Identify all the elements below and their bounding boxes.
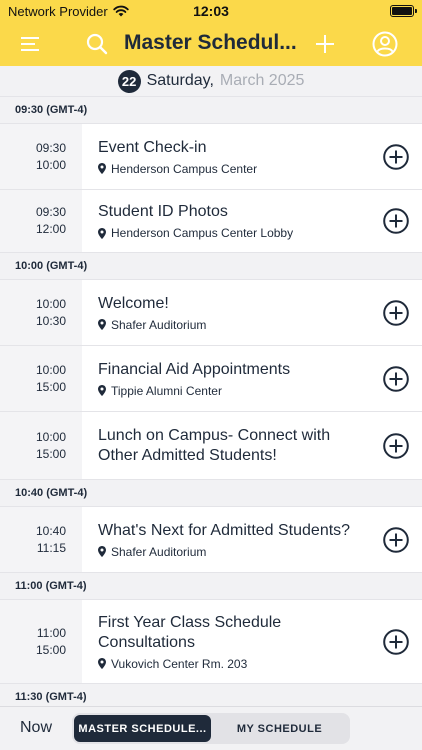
end-time: 15:00 [35,446,66,461]
event-time: 09:30 10:00 [0,124,82,189]
now-button[interactable]: Now [20,719,52,737]
day-badge: 22 [117,69,141,93]
event-row[interactable]: 10:00 10:30 Welcome! Shafer Auditorium [0,280,422,346]
end-time: 10:00 [35,157,66,172]
location-pin-icon [98,227,106,239]
battery-icon [390,5,417,17]
end-time: 12:00 [35,222,66,236]
location-pin-icon [98,658,106,669]
event-time: 10:00 15:00 [0,412,82,479]
location-pin-icon [98,546,106,557]
location-pin-icon [98,319,106,330]
location-pin-icon [98,163,106,174]
weekday-label: Saturday, [146,72,214,89]
start-time: 10:00 [35,296,66,311]
add-to-schedule-icon[interactable] [383,432,409,459]
add-to-schedule-icon[interactable] [383,143,409,170]
end-time: 15:00 [35,642,66,657]
location-label: Shafer Auditorium [111,544,207,559]
event-title: Student ID Photos [98,203,228,220]
location-label: Shafer Auditorium [111,317,207,332]
event-time: 11:00 15:00 [0,600,82,683]
user-icon [372,31,398,57]
start-time: 10:00 [35,362,66,377]
location-label: Tippie Alumni Center [111,383,222,398]
add-to-schedule-icon[interactable] [383,208,409,234]
start-time: 11:00 [36,625,66,640]
event-title: Welcome! [98,294,169,312]
event-title: Event Check-in [98,138,207,156]
event-title: Financial Aid Appointments [98,360,291,378]
page-title: Master Schedul... [124,31,297,54]
section-header: 10:40 (GMT-4) [0,480,422,507]
event-location: Henderson Campus Center Lobby [98,226,370,240]
event-row[interactable]: 10:40 11:15 What's Next for Admitted Stu… [0,507,422,573]
menu-button[interactable] [16,29,46,59]
schedule-list[interactable]: 09:30 (GMT-4) 09:30 10:00 Event Check-in… [0,97,422,707]
location-pin-icon [98,385,106,396]
section-header: 10:00 (GMT-4) [0,253,422,280]
date-header[interactable]: 22 Saturday, March 2025 [0,66,422,97]
add-to-schedule-icon[interactable] [383,299,409,326]
add-button[interactable] [310,29,340,59]
tab-bar: Now MASTER SCHEDULE... MY SCHEDULE [0,706,422,750]
location-label: Vukovich Center Rm. 203 [111,656,248,671]
event-location: Vukovich Center Rm. 203 [98,657,370,671]
event-time: 10:00 10:30 [0,280,82,345]
end-time: 10:30 [35,313,66,328]
event-location: Shafer Auditorium [98,545,370,559]
start-time: 10:00 [35,429,66,444]
event-row[interactable]: 11:00 15:00 First Year Class Schedule Co… [0,600,422,684]
menu-icon [21,37,39,51]
add-to-schedule-icon[interactable] [383,365,409,392]
month-label: March 2025 [219,72,305,89]
start-time: 09:30 [35,205,66,219]
status-time: 12:03 [193,3,229,19]
section-header: 09:30 (GMT-4) [0,97,422,124]
event-time: 10:00 15:00 [0,346,82,411]
schedule-segmented-control[interactable]: MASTER SCHEDULE... MY SCHEDULE [72,713,350,744]
event-title: First Year Class Schedule Consultations [98,613,282,651]
section-header: 11:00 (GMT-4) [0,573,422,600]
event-time: 09:30 12:00 [0,190,82,252]
event-title: What's Next for Admitted Students? [98,521,351,539]
event-row[interactable]: 09:30 10:00 Event Check-in Henderson Cam… [0,124,422,190]
event-location: Tippie Alumni Center [98,384,370,398]
end-time: 15:00 [35,379,66,394]
add-to-schedule-icon[interactable] [383,628,409,655]
add-to-schedule-icon[interactable] [383,526,409,553]
tab-my-schedule[interactable]: MY SCHEDULE [211,715,348,742]
event-row[interactable]: 10:00 15:00 Financial Aid Appointments T… [0,346,422,412]
start-time: 09:30 [35,140,66,155]
event-location: Henderson Campus Center [98,162,370,176]
start-time: 10:40 [35,523,66,538]
end-time: 11:15 [36,540,66,555]
status-bar: Network Provider 12:03 [0,0,422,22]
event-row[interactable]: 09:30 12:00 Student ID Photos Henderson … [0,190,422,253]
event-time: 10:40 11:15 [0,507,82,572]
location-label: Henderson Campus Center [111,161,258,176]
search-button[interactable] [82,29,112,59]
navigation-bar: Master Schedul... [0,22,422,66]
section-header: 11:30 (GMT-4) [0,684,422,707]
event-title: Lunch on Campus- Connect with Other Admi… [98,426,331,464]
profile-button[interactable] [370,29,400,59]
plus-icon [316,35,334,53]
event-row[interactable]: 10:00 15:00 Lunch on Campus- Connect wit… [0,412,422,480]
tab-master-schedule[interactable]: MASTER SCHEDULE... [74,715,211,742]
search-icon [86,33,108,55]
location-label: Henderson Campus Center Lobby [111,226,294,240]
event-location: Shafer Auditorium [98,318,370,332]
